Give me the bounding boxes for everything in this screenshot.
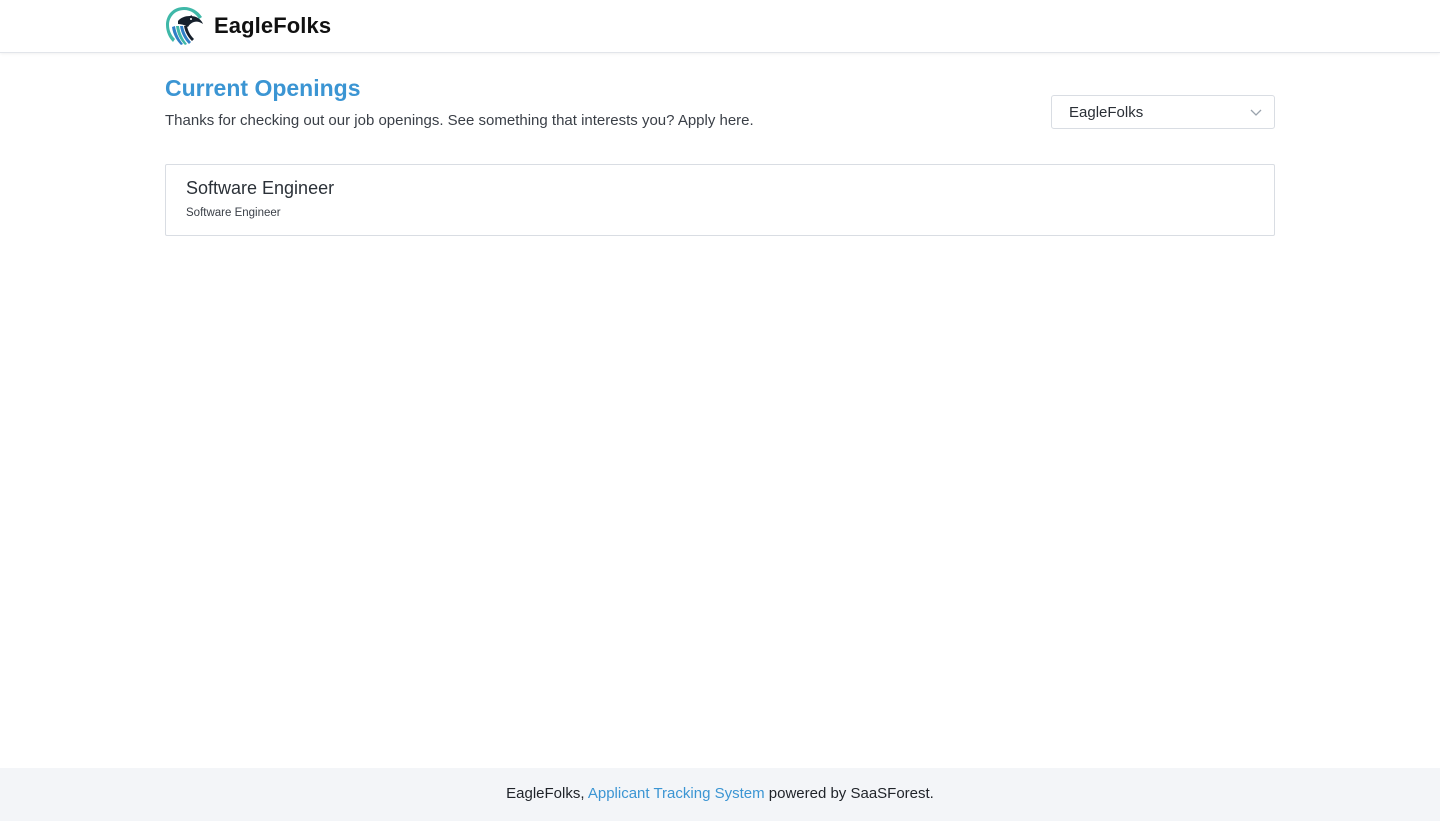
company-select-value: EagleFolks	[1069, 104, 1144, 121]
job-title[interactable]: Software Engineer	[186, 178, 334, 199]
brand-name: EagleFolks	[214, 13, 332, 38]
page-title: Current Openings	[165, 75, 361, 101]
footer-powered-by: powered by SaaSForest.	[764, 785, 934, 802]
top-navbar: EagleFolks	[0, 0, 1440, 53]
ats-link[interactable]: Applicant Tracking System	[588, 785, 765, 802]
footer: EagleFolks, Applicant Tracking System po…	[0, 768, 1440, 821]
footer-company: EagleFolks,	[506, 785, 588, 802]
brand-home-link[interactable]: EagleFolks	[164, 5, 331, 47]
job-department: Software Engineer	[186, 207, 281, 219]
eagle-head-icon	[166, 7, 203, 45]
page-subtitle: Thanks for checking out our job openings…	[165, 112, 754, 129]
chevron-down-icon	[1250, 109, 1262, 116]
job-listing-card[interactable]: Software Engineer Software Engineer	[165, 164, 1275, 236]
company-select[interactable]: EagleFolks	[1051, 95, 1275, 129]
footer-text: EagleFolks, Applicant Tracking System po…	[0, 785, 1440, 802]
careers-page: EagleFolks Current Openings Thanks for c…	[0, 0, 1440, 821]
